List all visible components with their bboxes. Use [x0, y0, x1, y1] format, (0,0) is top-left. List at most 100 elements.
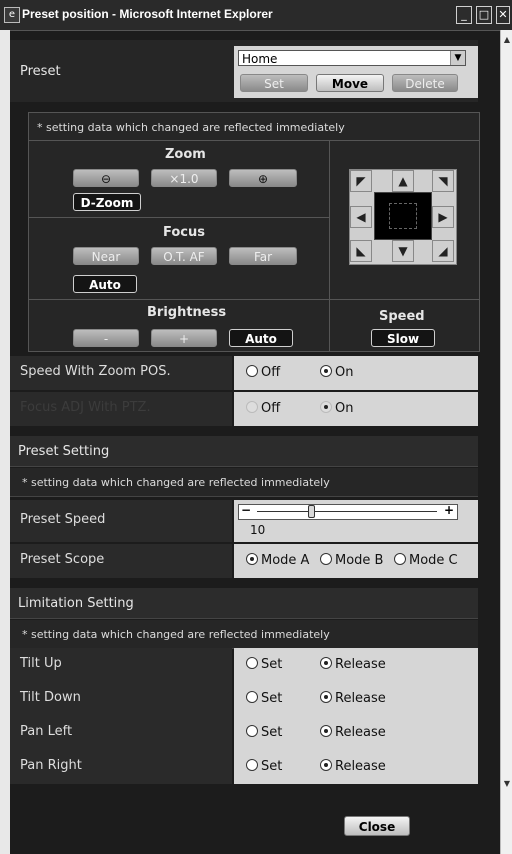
up-arrow-icon[interactable]: ▲ [392, 170, 414, 192]
preset-speed-slider[interactable]: − + [238, 503, 458, 520]
limitation-note: * setting data which changed are reflect… [22, 628, 330, 641]
preset-setting-header: Preset Setting [10, 436, 478, 467]
close-button[interactable]: Close [344, 816, 410, 836]
limitation-release-radio[interactable]: Release [320, 691, 386, 706]
left-arrow-icon[interactable]: ◀ [350, 206, 372, 228]
title-bar: e Preset position - Microsoft Internet E… [0, 0, 512, 31]
close-icon[interactable]: ✕ [496, 6, 510, 24]
limitation-set-radio[interactable]: Set [246, 759, 282, 774]
maximize-icon[interactable]: □ [476, 6, 492, 24]
divider [29, 299, 479, 300]
up-left-arrow-icon[interactable]: ◤ [350, 170, 372, 192]
preset-setting-title: Preset Setting [18, 444, 110, 459]
brightness-auto-button[interactable]: Auto [229, 329, 293, 347]
option-label: Focus ADJ With PTZ. [20, 400, 151, 415]
radio-selected-icon [320, 725, 332, 737]
limitation-label: Tilt Up [20, 656, 62, 671]
preset-speed-value-cell: − + 10 [234, 500, 478, 542]
ptz-center-area[interactable] [374, 192, 432, 240]
radio-label: Mode B [335, 553, 384, 568]
right-arrow-icon[interactable]: ▶ [432, 206, 454, 228]
zoom-out-button[interactable]: ⊖ [73, 169, 139, 187]
option-row: Focus ADJ With PTZ. Off On [10, 392, 478, 426]
radio-icon [394, 553, 406, 565]
option-on-radio[interactable]: On [320, 401, 353, 416]
limitation-label-cell: Tilt Down [10, 682, 232, 716]
zoom-title: Zoom [165, 147, 206, 162]
limitation-set-radio[interactable]: Set [246, 725, 282, 740]
radio-label: On [335, 401, 354, 416]
speed-slow-button[interactable]: Slow [371, 329, 435, 347]
option-on-radio[interactable]: On [320, 365, 353, 380]
limitation-row: Tilt Up Set Release [10, 648, 478, 682]
down-right-arrow-icon[interactable]: ◢ [432, 240, 454, 262]
radio-label: Set [261, 657, 283, 672]
radio-label: Mode C [409, 553, 458, 568]
preset-select[interactable]: Home ▼ [238, 50, 466, 66]
limitation-value-cell: Set Release [234, 682, 478, 716]
focus-near-button[interactable]: Near [73, 247, 139, 265]
brightness-title: Brightness [147, 305, 227, 320]
ie-icon: e [4, 7, 20, 23]
preset-delete-button[interactable]: Delete [392, 74, 458, 92]
divider [329, 140, 330, 351]
limitation-note-bar: * setting data which changed are reflect… [10, 620, 478, 649]
preset-setting-note-bar: * setting data which changed are reflect… [10, 468, 478, 497]
slider-plus-icon[interactable]: + [444, 503, 454, 517]
limitation-release-radio[interactable]: Release [320, 725, 386, 740]
speed-title: Speed [379, 309, 425, 324]
scope-mode-c-radio[interactable]: Mode C [394, 553, 458, 568]
limitation-release-radio[interactable]: Release [320, 657, 386, 672]
radio-icon [246, 401, 258, 413]
radio-label: Mode A [261, 553, 310, 568]
brightness-plus-button[interactable]: + [151, 329, 217, 347]
camera-control-panel: * setting data which changed are reflect… [28, 112, 480, 352]
preset-setting-note: * setting data which changed are reflect… [22, 476, 330, 489]
scope-mode-b-radio[interactable]: Mode B [320, 553, 383, 568]
limitation-label-cell: Pan Left [10, 716, 232, 750]
down-arrow-icon[interactable]: ▼ [392, 240, 414, 262]
preset-scope-label: Preset Scope [20, 552, 105, 567]
radio-label: Release [335, 657, 386, 672]
radio-icon [246, 657, 258, 669]
down-left-arrow-icon[interactable]: ◣ [350, 240, 372, 262]
option-off-radio[interactable]: Off [246, 365, 280, 380]
divider [29, 217, 329, 218]
option-label-cell: Speed With Zoom POS. [10, 356, 232, 390]
brightness-minus-button[interactable]: - [73, 329, 139, 347]
preset-speed-row: Preset Speed − + 10 [10, 500, 478, 542]
window-title: Preset position - Microsoft Internet Exp… [22, 7, 273, 21]
preset-move-button[interactable]: Move [316, 74, 384, 92]
chevron-down-icon[interactable]: ▼ [450, 51, 465, 65]
radio-icon [246, 725, 258, 737]
minimize-icon[interactable]: _ [456, 6, 472, 24]
preset-set-button[interactable]: Set [240, 74, 308, 92]
zoom-ratio-button[interactable]: ×1.0 [151, 169, 217, 187]
up-right-arrow-icon[interactable]: ◥ [432, 170, 454, 192]
slider-thumb[interactable] [308, 505, 315, 518]
preset-panel: Preset Home ▼ Set Move Delete [10, 40, 478, 102]
limitation-setting-title: Limitation Setting [18, 596, 134, 611]
slider-minus-icon[interactable]: − [241, 503, 251, 517]
scope-mode-a-radio[interactable]: Mode A [246, 553, 309, 568]
option-off-radio[interactable]: Off [246, 401, 280, 416]
zoom-out-icon: ⊖ [100, 172, 112, 186]
slider-track [257, 511, 437, 512]
vertical-scrollbar[interactable]: ▲ ▼ [500, 30, 512, 854]
zoom-in-button[interactable]: ⊕ [229, 169, 297, 187]
scroll-up-icon[interactable]: ▲ [502, 34, 512, 46]
limitation-label: Pan Right [20, 758, 82, 773]
divider [29, 140, 479, 141]
limitation-set-radio[interactable]: Set [246, 691, 282, 706]
focus-auto-button[interactable]: Auto [73, 275, 137, 293]
limitation-release-radio[interactable]: Release [320, 759, 386, 774]
ptz-pad[interactable]: ◤ ▲ ◥ ◀ ▶ ◣ ▼ ◢ [349, 169, 457, 265]
preset-select-value: Home [242, 52, 278, 66]
limitation-set-radio[interactable]: Set [246, 657, 282, 672]
focus-otaf-button[interactable]: O.T. AF [151, 247, 217, 265]
scroll-down-icon[interactable]: ▼ [502, 778, 512, 790]
browser-window: e Preset position - Microsoft Internet E… [0, 0, 512, 854]
preset-label: Preset [20, 64, 61, 79]
d-zoom-button[interactable]: D-Zoom [73, 193, 141, 211]
focus-far-button[interactable]: Far [229, 247, 297, 265]
